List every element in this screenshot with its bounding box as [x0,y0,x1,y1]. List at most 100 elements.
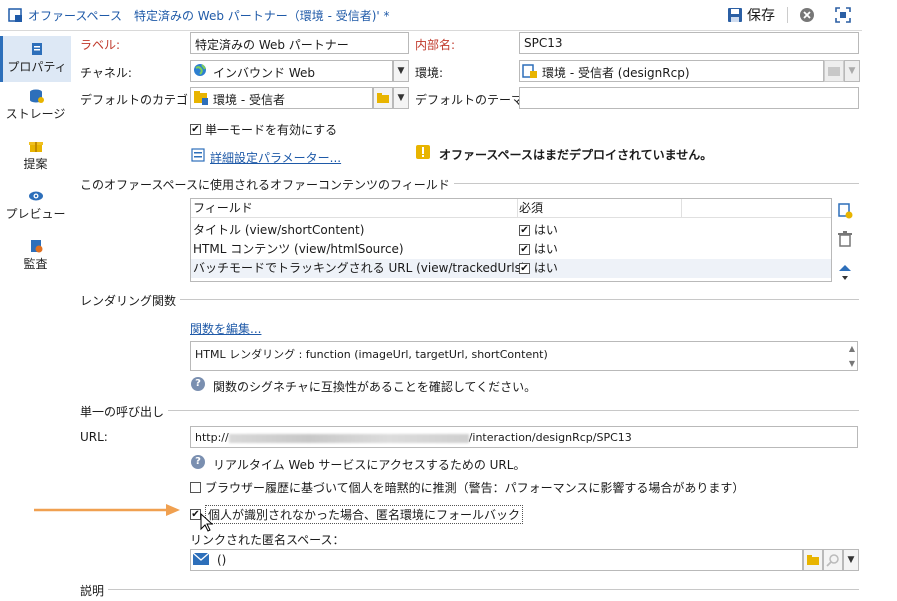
eye-icon [28,191,43,201]
category-folder-icon [194,91,208,105]
annotation-arrow-icon [34,504,180,516]
linked-space-value: () [217,553,227,567]
sidebar-item-label: プロパティ [7,60,67,74]
internal-name-input[interactable]: SPC13 [519,32,859,54]
delete-icon[interactable] [837,231,853,247]
required-cell[interactable]: ✔ はい [519,240,558,259]
search-icon [826,554,839,567]
channel-select[interactable]: インバウンド Web [190,60,393,82]
help-icon: ? [191,455,205,469]
fields-table: フィールド 必須 タイトル (view/shortContent) ✔ はい H… [190,198,832,282]
label-label: ラベル: [80,38,121,52]
channel-dropdown-button[interactable]: ▼ [393,60,409,82]
sidebar-item-properties[interactable]: プロパティ [0,36,71,82]
environment-label: 環境: [415,66,444,80]
linked-space-dropdown-button[interactable]: ▼ [843,549,859,571]
category-folder-button[interactable] [373,87,393,109]
sidebar-item-audit[interactable]: 監査 [0,239,71,279]
audit-icon [30,240,42,253]
title-bar: オファースペース 特定済みの Web パートナー（環境 - 受信者)' * 保存 [0,0,862,31]
internal-name-label: 内部名: [415,38,456,52]
column-divider [517,199,518,217]
warning-icon [416,145,430,159]
fields-table-header: フィールド 必須 [191,199,831,218]
fields-section-title: このオファースペースに使用されるオファーコンテンツのフィールド [80,176,454,193]
fallback-label: 個人が識別されなかった場合、匿名環境にフォールバック [205,505,524,524]
url-suffix: /interaction/designRcp/SPC13 [468,431,632,444]
advanced-params-icon [191,148,205,162]
required-check: ✔ [519,225,530,236]
required-cell[interactable]: ✔ はい [519,221,558,240]
default-theme-input[interactable] [519,87,859,109]
url-hint: リアルタイム Web サービスにアクセスするための URL。 [213,458,526,472]
signature-hint: 関数のシグネチャに互換性があることを確認してください。 [213,380,537,394]
mail-icon [193,552,209,565]
gift-icon [28,142,43,152]
default-category-field[interactable]: 環境 - 受信者 [190,87,373,109]
required-check: ✔ [519,263,530,274]
description-section-title: 説明 [80,582,109,599]
table-row[interactable]: バッチモードでトラッキングされる URL (view/trackedUrls) … [191,259,831,278]
required-check: ✔ [519,244,530,255]
rendering-section-divider [80,299,859,300]
browser-history-label: ブラウザー履歴に基づいて個人を暗黙的に推測（警告：パフォーマンスに影響する場合が… [205,481,745,495]
field-name-cell: タイトル (view/shortContent) [193,223,365,237]
required-value: はい [533,242,558,256]
single-mode-label: 単一モードを有効にする [205,123,338,137]
url-field[interactable]: http:// /interaction/designRcp/SPC13 [190,426,858,448]
environment-folder-button[interactable] [824,60,844,82]
browser-history-checkbox[interactable]: ブラウザー履歴に基づいて個人を暗黙的に推測（警告：パフォーマンスに影響する場合が… [190,479,744,496]
environment-value: 環境 - 受信者 (designRcp) [542,66,690,80]
required-value: はい [533,223,558,237]
help-icon: ? [191,377,205,391]
rendering-code: HTML レンダリング : function (imageUrl, target… [195,348,548,361]
category-dropdown-button[interactable]: ▼ [393,87,409,109]
rendering-section-title: レンダリング関数 [80,292,181,309]
linked-space-field[interactable]: () [190,549,803,571]
toolbar-divider [787,7,788,23]
scroll-up-icon[interactable]: ▲ [849,344,855,353]
maximize-icon[interactable] [834,6,852,24]
browser-history-check [190,482,201,493]
folder-icon [828,67,840,76]
mouse-cursor-icon [200,513,214,532]
folder-icon [807,555,819,565]
window-title: オファースペース 特定済みの Web パートナー（環境 - 受信者)' * [28,9,390,23]
single-mode-check: ✔ [190,124,201,135]
sidebar-item-proposals[interactable]: 提案 [0,139,71,179]
environment-dropdown-button[interactable]: ▼ [844,60,860,82]
url-prefix: http:// [195,431,229,444]
rendering-function-text[interactable]: HTML レンダリング : function (imageUrl, target… [190,341,858,371]
environment-field[interactable]: 環境 - 受信者 (designRcp) [519,60,824,82]
sidebar-item-storage[interactable]: ストレージ [0,89,71,129]
offer-space-icon [8,8,22,22]
linked-space-folder-button[interactable] [803,549,823,571]
default-category-label: デフォルトのカテゴリ: [80,93,205,107]
scroll-down-icon[interactable]: ▼ [849,359,855,368]
edit-function-link[interactable]: 関数を編集... [190,320,261,337]
unitary-section-title: 単一の呼び出し [80,403,169,420]
table-row[interactable]: HTML コンテンツ (view/htmlSource) ✔ はい [191,240,831,259]
column-header-field: フィールド [193,201,253,215]
sidebar-item-preview[interactable]: プレビュー [0,189,71,229]
linked-space-search-button[interactable] [823,549,843,571]
add-field-icon[interactable] [837,203,853,219]
save-button[interactable]: 保存 [727,5,775,25]
properties-icon [32,43,42,55]
field-name-cell: HTML コンテンツ (view/htmlSource) [193,242,404,256]
single-mode-checkbox[interactable]: ✔ 単一モードを有効にする [190,121,337,138]
close-icon[interactable] [799,7,815,23]
column-divider [681,199,682,217]
table-row[interactable]: タイトル (view/shortContent) ✔ はい [191,221,831,240]
unitary-section-divider [80,410,859,411]
label-input[interactable]: 特定済みの Web パートナー [190,32,409,54]
fallback-checkbox[interactable]: ✔ 個人が識別されなかった場合、匿名環境にフォールバック [190,505,524,524]
globe-icon [194,64,206,76]
advanced-params-link[interactable]: 詳細設定パラメーター... [210,149,341,166]
move-up-down-icon[interactable] [837,264,853,282]
required-cell[interactable]: ✔ はい [519,259,558,278]
channel-label: チャネル: [80,66,132,80]
sidebar-item-label: ストレージ [5,107,66,121]
channel-value: インバウンド Web [213,66,315,80]
storage-icon [29,89,44,103]
